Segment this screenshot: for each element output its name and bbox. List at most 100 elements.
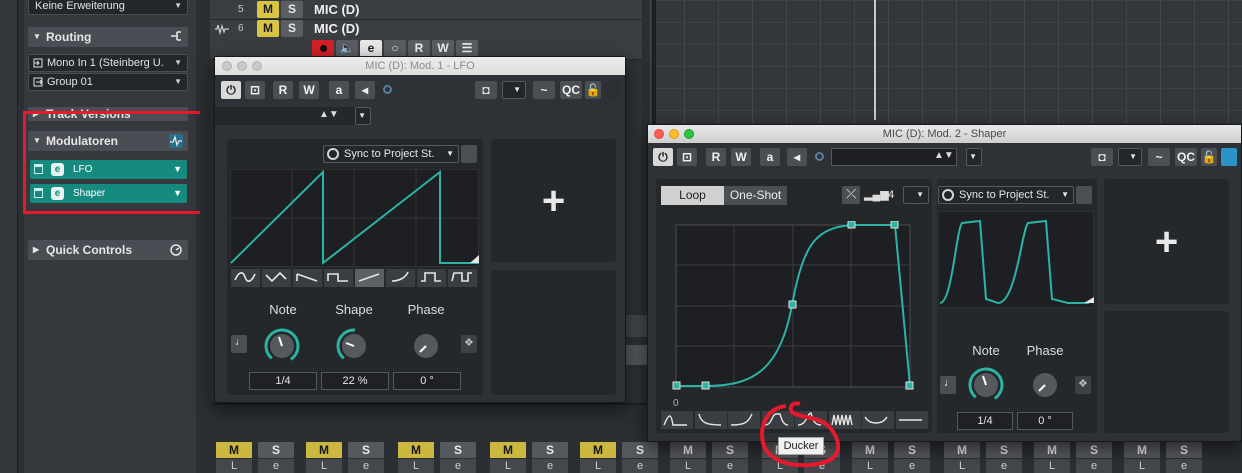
mixer-listen-button[interactable]: L bbox=[944, 459, 980, 473]
minimize-button[interactable] bbox=[669, 129, 679, 139]
track-name[interactable]: MIC (D) bbox=[314, 2, 360, 17]
lfo-window[interactable]: MIC (D): Mod. 1 - LFO ⏻ ⊡ R W a ◂ ◘ ▼ ~ … bbox=[214, 56, 626, 403]
qc-button[interactable]: QC bbox=[560, 81, 582, 99]
note-icon[interactable]: ♩ bbox=[940, 376, 956, 394]
mixer-edit-button[interactable]: e bbox=[712, 459, 748, 473]
mixer-edit-button[interactable]: e bbox=[986, 459, 1022, 473]
preset-dropdown[interactable]: ▼ bbox=[502, 81, 526, 99]
preset-name-field[interactable]: ▲▼ bbox=[215, 107, 371, 125]
shaper-curve-editor[interactable] bbox=[672, 221, 918, 397]
note-value[interactable]: 1/4 bbox=[957, 412, 1013, 430]
lock-icon[interactable]: 🔓 bbox=[1201, 148, 1217, 166]
flat-shape-button[interactable] bbox=[895, 411, 929, 429]
shaper-window[interactable]: MIC (D): Mod. 2 - Shaper ⏻ ⊡ R W a ◂ ▲▼ … bbox=[647, 124, 1242, 442]
sync-dropdown[interactable]: Sync to Project St. ▼ bbox=[938, 186, 1074, 204]
preset-up-down-icon[interactable]: ▲▼ bbox=[934, 150, 954, 161]
bypass-icon[interactable]: ⊡ bbox=[245, 81, 265, 99]
mute-button[interactable]: M bbox=[257, 1, 279, 18]
write-automation-button[interactable]: W bbox=[432, 40, 454, 57]
mixer-solo-button[interactable]: S bbox=[1076, 442, 1112, 458]
mixer-mute-button[interactable]: M bbox=[306, 442, 342, 458]
phase-knob[interactable] bbox=[407, 327, 445, 365]
pulse-shape-button[interactable] bbox=[417, 269, 447, 287]
mixer-solo-button[interactable]: S bbox=[622, 442, 658, 458]
sine-shape-button[interactable] bbox=[231, 269, 261, 287]
mixer-mute-button[interactable]: M bbox=[944, 442, 980, 458]
auto-button[interactable]: a bbox=[329, 81, 349, 99]
note-value[interactable]: 1/4 bbox=[249, 372, 317, 390]
read-button[interactable]: R bbox=[706, 148, 726, 166]
mixer-edit-button[interactable]: e bbox=[440, 459, 476, 473]
mixer-solo-button[interactable]: S bbox=[258, 442, 294, 458]
modulation-icon[interactable]: ~ bbox=[533, 81, 555, 99]
lightning-icon[interactable] bbox=[1076, 186, 1092, 204]
bypass-icon[interactable]: ⊡ bbox=[677, 148, 697, 166]
mixer-listen-button[interactable]: L bbox=[852, 459, 888, 473]
mixer-solo-button[interactable]: S bbox=[348, 442, 384, 458]
mixer-listen-button[interactable]: L bbox=[490, 459, 526, 473]
modulation-icon[interactable]: ~ bbox=[1148, 148, 1170, 166]
mixer-mute-button[interactable]: M bbox=[490, 442, 526, 458]
decay-shape-button[interactable] bbox=[694, 411, 728, 429]
dip-shape-button[interactable] bbox=[862, 411, 895, 429]
mixer-listen-button[interactable]: L bbox=[216, 459, 252, 473]
track-scroll-control[interactable] bbox=[625, 345, 649, 365]
mixer-edit-button[interactable]: e bbox=[1076, 459, 1112, 473]
write-button[interactable]: W bbox=[731, 148, 751, 166]
add-button[interactable]: + bbox=[1104, 222, 1229, 262]
ramp-shape-button[interactable] bbox=[386, 269, 416, 287]
mixer-mute-button[interactable]: M bbox=[1034, 442, 1070, 458]
note-knob[interactable] bbox=[263, 327, 301, 365]
auto-button[interactable]: a bbox=[760, 148, 780, 166]
lfo-window-titlebar[interactable]: MIC (D): Mod. 1 - LFO bbox=[215, 57, 625, 75]
qc-button[interactable]: QC bbox=[1175, 148, 1197, 166]
shaper-window-titlebar[interactable]: MIC (D): Mod. 2 - Shaper bbox=[648, 125, 1241, 143]
phase-value[interactable]: 0 ° bbox=[1017, 412, 1073, 430]
mixer-edit-button[interactable]: e bbox=[1166, 459, 1202, 473]
add-slot-panel[interactable]: + bbox=[1104, 179, 1229, 304]
step-shape-button[interactable] bbox=[448, 269, 478, 287]
saw-down-shape-button[interactable] bbox=[293, 269, 323, 287]
preset-menu-dropdown[interactable]: ▼ bbox=[966, 148, 982, 166]
mixer-listen-button[interactable]: L bbox=[1034, 459, 1070, 473]
mixer-solo-button[interactable]: S bbox=[986, 442, 1022, 458]
mixer-edit-button[interactable]: e bbox=[258, 459, 294, 473]
mixer-edit-button[interactable]: e bbox=[622, 459, 658, 473]
note-icon[interactable]: ♩ bbox=[231, 335, 247, 353]
camera-icon[interactable]: ◘ bbox=[475, 81, 497, 99]
quick-controls-section-header[interactable]: ▶ Quick Controls bbox=[28, 240, 188, 260]
record-enable-button[interactable] bbox=[312, 40, 334, 57]
mixer-solo-button[interactable]: S bbox=[1166, 442, 1202, 458]
add-button[interactable]: + bbox=[491, 181, 616, 221]
camera-icon[interactable]: ◘ bbox=[1091, 148, 1113, 166]
steps-value[interactable]: 4 bbox=[888, 186, 894, 205]
grid-snap-icon[interactable]: ⤫ bbox=[842, 186, 860, 204]
input-routing-dropdown[interactable]: Mono In 1 (Steinberg U. ▼ bbox=[28, 54, 188, 72]
steps-dropdown[interactable]: ▼ bbox=[903, 186, 929, 204]
mixer-mute-button[interactable]: M bbox=[216, 442, 252, 458]
mixer-solo-button[interactable]: S bbox=[894, 442, 930, 458]
triangle-shape-button[interactable] bbox=[262, 269, 292, 287]
mixer-mute-button[interactable]: M bbox=[852, 442, 888, 458]
power-icon[interactable]: ⏻ bbox=[221, 81, 241, 99]
mixer-edit-button[interactable]: e bbox=[894, 459, 930, 473]
edit-channel-button[interactable]: e bbox=[360, 40, 382, 57]
mixer-mute-button[interactable]: M bbox=[580, 442, 616, 458]
shape-value[interactable]: 22 % bbox=[321, 372, 389, 390]
preset-up-down-icon[interactable]: ▲▼ bbox=[319, 109, 339, 120]
phase-knob[interactable] bbox=[1026, 366, 1064, 404]
track-row[interactable]: 5 M S MIC (D) bbox=[210, 0, 642, 20]
mixer-solo-button[interactable]: S bbox=[532, 442, 568, 458]
track-row-selected[interactable]: 6 M S MIC (D) 🔈 e ○ R W ☰ bbox=[210, 20, 642, 60]
preset-menu-dropdown[interactable]: ▼ bbox=[355, 107, 371, 125]
randomize-icon[interactable]: ❖ bbox=[1075, 376, 1091, 394]
lightning-icon[interactable] bbox=[461, 145, 477, 163]
square-shape-button[interactable] bbox=[324, 269, 354, 287]
arrow-left-icon[interactable]: ◂ bbox=[787, 148, 807, 166]
close-button[interactable] bbox=[222, 61, 232, 71]
add-slot-panel[interactable]: + bbox=[491, 139, 616, 262]
mixer-edit-button[interactable]: e bbox=[348, 459, 384, 473]
list-icon[interactable]: ☰ bbox=[456, 40, 478, 57]
track-scroll-control[interactable] bbox=[625, 315, 649, 337]
write-button[interactable]: W bbox=[299, 81, 319, 99]
